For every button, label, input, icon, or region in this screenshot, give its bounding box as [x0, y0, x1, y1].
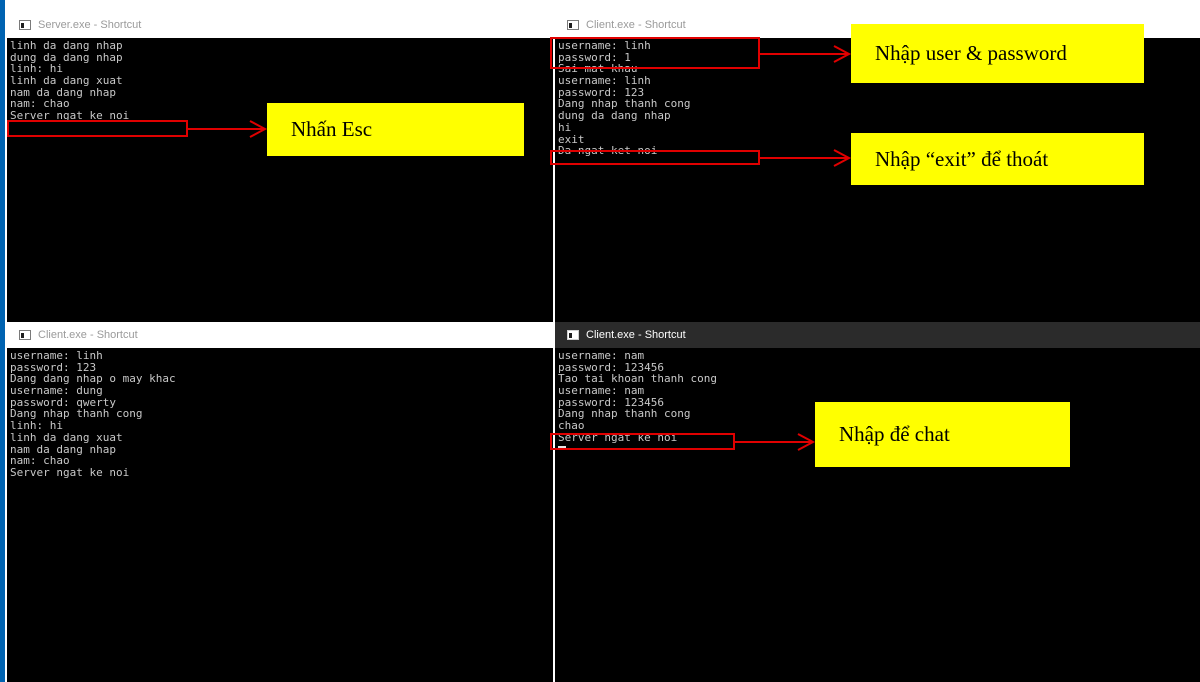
callout-enter-credentials: Nhập user & password — [851, 24, 1144, 83]
callout-press-esc: Nhấn Esc — [267, 103, 524, 156]
annotation-arrows — [188, 45, 852, 451]
callout-enter-chat: Nhập để chat — [815, 402, 1070, 467]
callout-enter-exit: Nhập “exit” để thoát — [851, 133, 1144, 185]
